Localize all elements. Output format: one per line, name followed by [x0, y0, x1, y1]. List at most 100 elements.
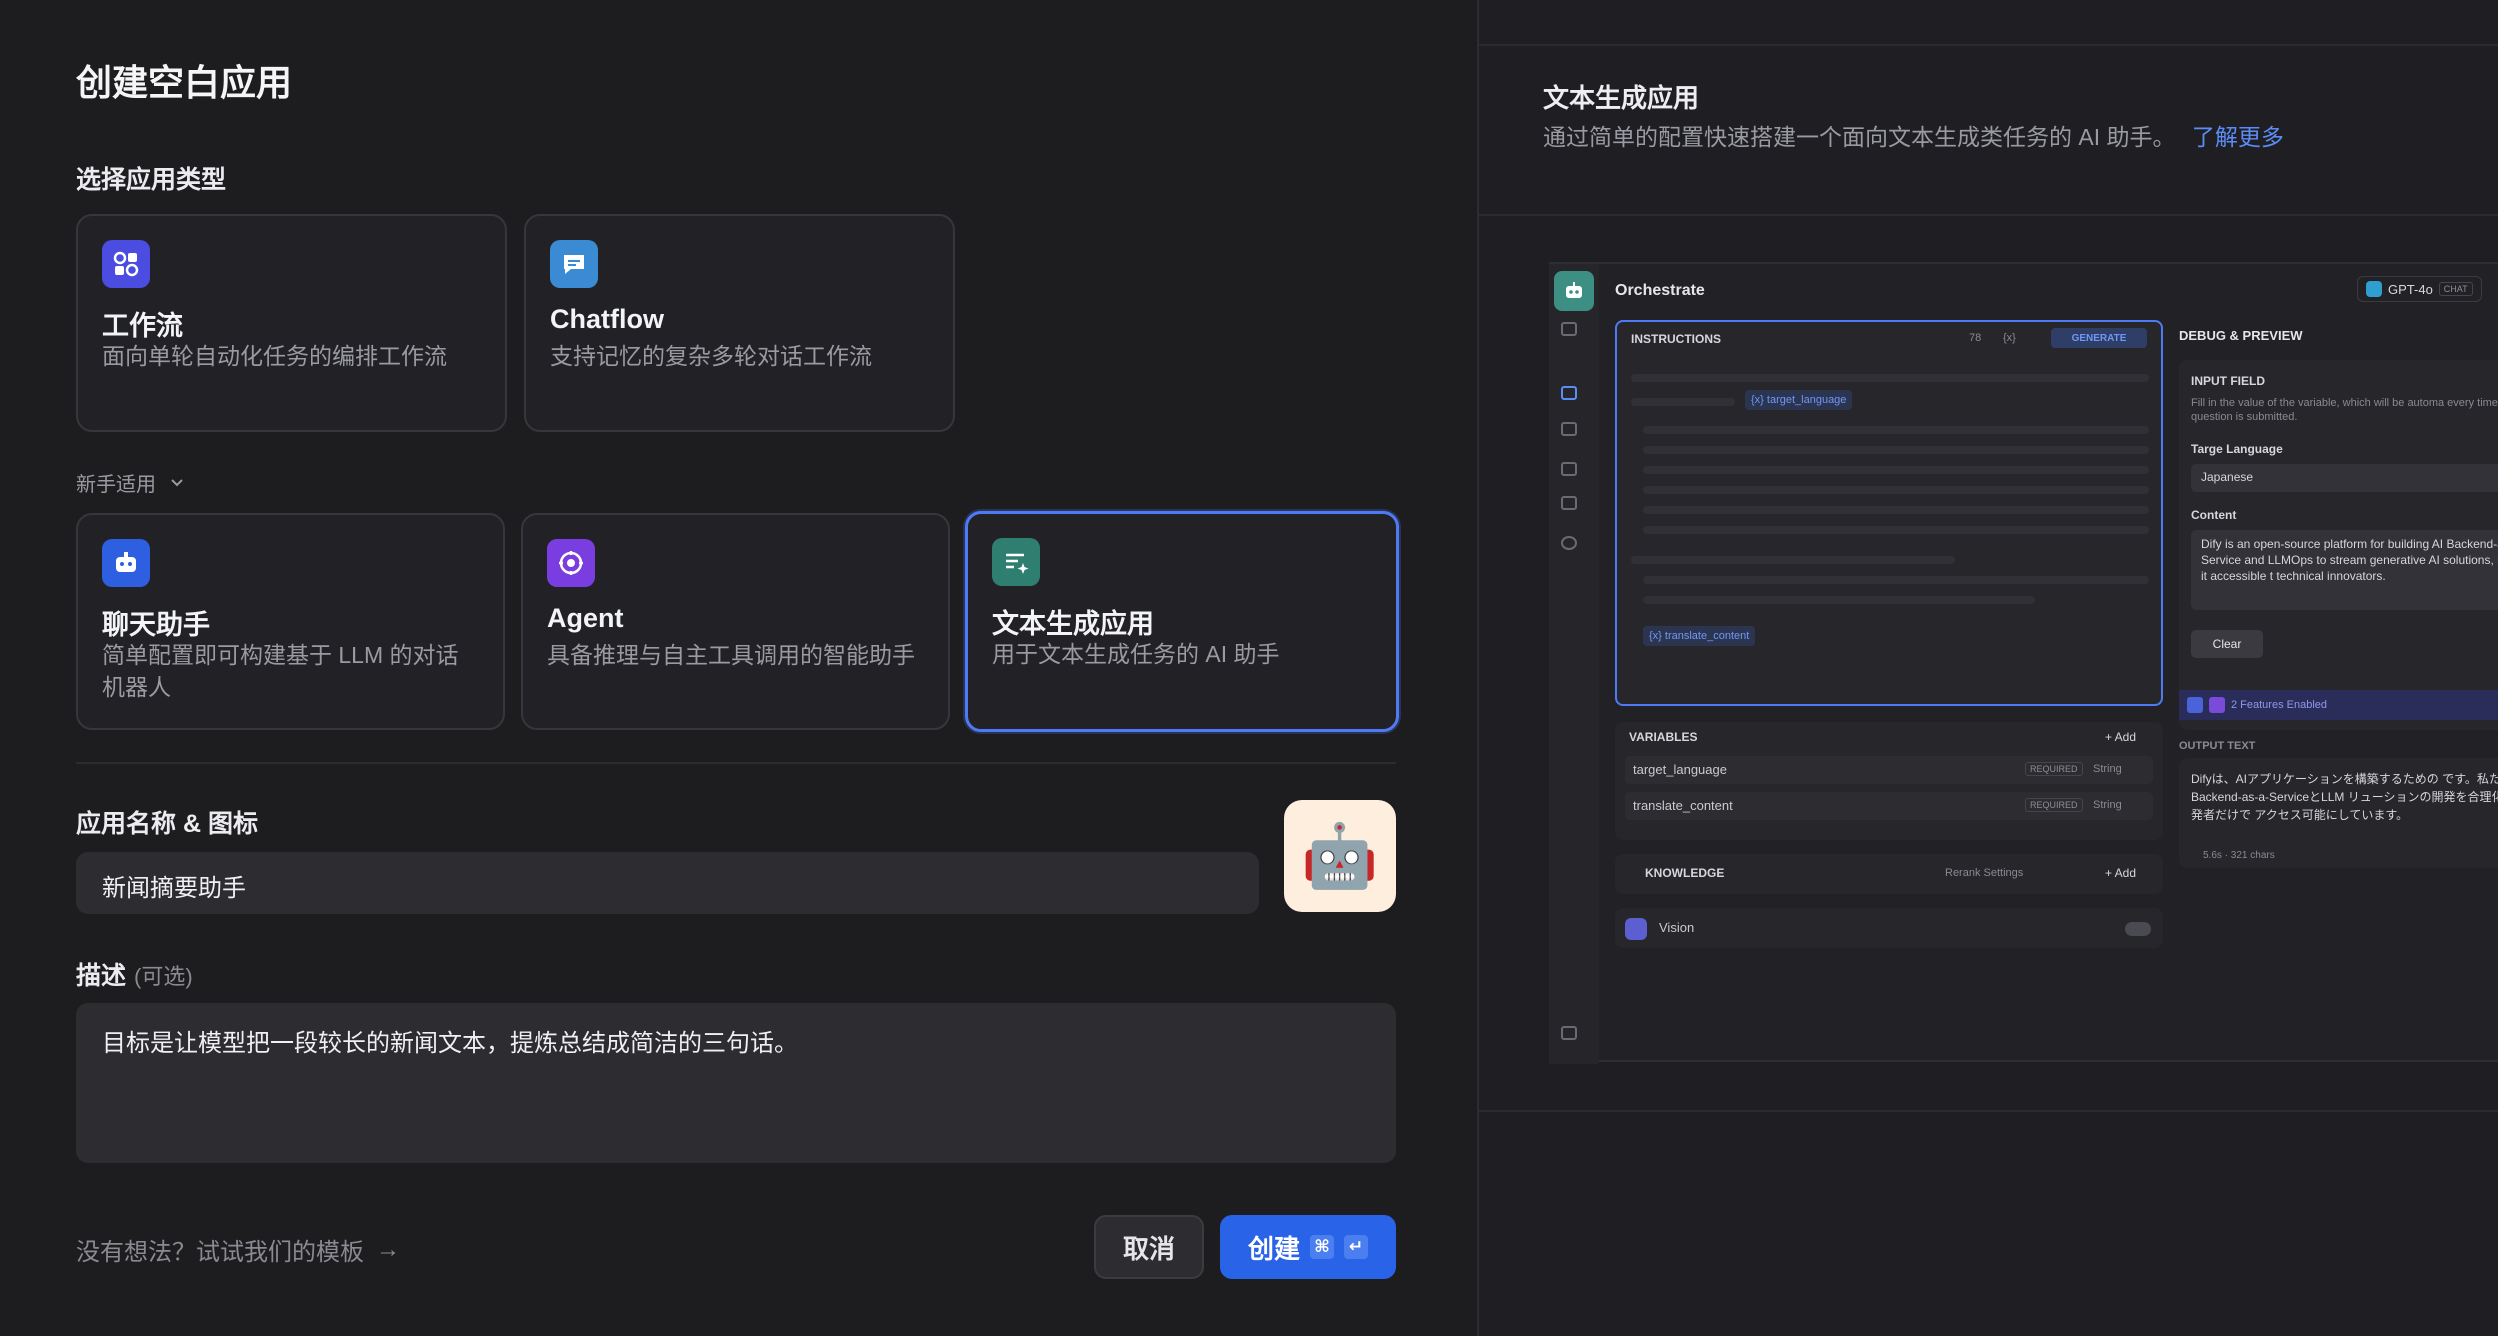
text-placeholder-line — [1643, 426, 2149, 434]
type-card-desc: 简单配置即可构建基于 LLM 的对话机器人 — [102, 642, 459, 700]
text-generator-icon — [992, 538, 1040, 586]
clear-label: Clear — [2212, 637, 2242, 651]
orchestrate-title: Orchestrate — [1615, 282, 1705, 299]
orchestrate-icon — [1561, 386, 1577, 400]
type-card-text-generator[interactable]: 文本生成应用 用于文本生成任务的 AI 助手 — [965, 511, 1399, 732]
template-link[interactable]: 没有想法？试试我们的模板 → — [76, 1232, 400, 1267]
variable-chip: {x} target_language — [1745, 390, 1853, 410]
rerank-settings-button[interactable]: Rerank Settings — [1945, 867, 2023, 879]
content-value: Dify is an open-source platform for buil… — [2201, 537, 2498, 583]
vision-toggle[interactable] — [2125, 922, 2151, 936]
text-placeholder-line — [1631, 374, 2149, 382]
type-card-chat-assistant[interactable]: 聊天助手 简单配置即可构建基于 LLM 的对话机器人 — [76, 513, 505, 730]
input-field-card: INPUT FIELD Fill in the value of the var… — [2179, 360, 2498, 730]
type-card-title: Chatflow — [550, 304, 664, 334]
required-tag: REQUIRED — [2025, 798, 2083, 812]
vision-label: Vision — [1659, 920, 1695, 935]
annotation-icon — [1561, 496, 1577, 510]
beginner-toggle[interactable]: 新手适用 — [76, 468, 186, 497]
text-placeholder-line — [1631, 398, 1735, 406]
variable-type: String — [2093, 799, 2122, 811]
cancel-label: 取消 — [1122, 1233, 1175, 1264]
debug-label: DEBUG & PREVIEW — [2179, 328, 2303, 343]
collapse-sidebar-icon — [1561, 1026, 1577, 1040]
template-link-label: 没有想法？试试我们的模板 — [76, 1239, 364, 1266]
type-card-title: 工作流 — [102, 311, 183, 341]
instructions-count: 78 — [1969, 332, 1982, 344]
desc-label: 描述 — [76, 962, 127, 990]
logs-icon — [1561, 462, 1577, 476]
create-button[interactable]: 创建 ⌘ ↵ — [1220, 1215, 1396, 1279]
feature-icon — [2187, 697, 2203, 713]
chatflow-icon — [550, 240, 598, 288]
features-label: 2 Features Enabled — [2231, 699, 2328, 711]
type-card-desc: 用于文本生成任务的 AI 助手 — [992, 641, 1280, 667]
type-card-workflow[interactable]: 工作流 面向单轮自动化任务的编排工作流 — [76, 214, 507, 432]
beginner-label: 新手适用 — [76, 474, 156, 496]
command-key-icon: ⌘ — [1310, 1235, 1334, 1259]
text-placeholder-line — [1643, 466, 2149, 474]
required-tag: REQUIRED — [2025, 762, 2083, 776]
chevron-down-icon — [171, 478, 183, 486]
type-card-desc: 具备推理与自主工具调用的智能助手 — [547, 642, 915, 668]
preview-subtitle-row: 通过简单的配置快速搭建一个面向文本生成类任务的 AI 助手。 了解更多 — [1543, 118, 2284, 152]
create-label: 创建 — [1247, 1233, 1300, 1264]
divider — [76, 762, 1396, 764]
description-value: 目标是让模型把一段较长的新闻文本，提炼总结成简洁的三句话。 — [102, 1030, 798, 1057]
type-card-agent[interactable]: Agent 具备推理与自主工具调用的智能助手 — [521, 513, 950, 730]
app-preview-image: Orchestrate GPT-4o CHAT INSTRUCTIONS 78 … — [1549, 262, 2498, 1064]
text-placeholder-line — [1643, 446, 2149, 454]
desc-optional: (可选) — [134, 964, 193, 989]
instructions-editor[interactable]: INSTRUCTIONS 78 {x} GENERATE {x} target_… — [1615, 320, 2163, 706]
input-field-hint: Fill in the value of the variable, which… — [2191, 397, 2498, 423]
content-textarea[interactable]: Dify is an open-source platform for buil… — [2191, 530, 2498, 610]
vision-panel: Vision — [1615, 908, 2163, 948]
divider — [1479, 1110, 2498, 1112]
add-knowledge-button[interactable]: + Add — [2105, 866, 2136, 880]
robot-icon: 🤖 — [1301, 821, 1379, 891]
output-label: OUTPUT TEXT — [2179, 740, 2256, 752]
type-card-title: 聊天助手 — [102, 610, 210, 640]
instructions-label: INSTRUCTIONS — [1631, 332, 1721, 346]
robot-icon — [1554, 271, 1594, 311]
targe-language-label: Targe Language — [2191, 442, 2283, 456]
api-icon — [1561, 422, 1577, 436]
variable-chip: {x} translate_content — [1643, 626, 1756, 646]
workflow-icon — [102, 240, 150, 288]
name-label: 应用名称 & 图标 — [76, 810, 258, 838]
variable-row[interactable]: translate_content REQUIRED String — [1625, 792, 2153, 820]
text-placeholder-line — [1643, 506, 2149, 514]
generate-button[interactable]: GENERATE — [2051, 328, 2147, 348]
knowledge-panel[interactable]: KNOWLEDGE Rerank Settings + Add — [1615, 854, 2163, 894]
divider — [1479, 44, 2498, 46]
targe-language-input[interactable]: Japanese — [2191, 464, 2498, 492]
text-placeholder-line — [1643, 526, 2149, 534]
output-card: Difyは、AIアプリケーションを構築するための です。私たちは、Backend… — [2179, 758, 2498, 868]
cancel-button[interactable]: 取消 — [1094, 1215, 1204, 1279]
output-meta: 5.6s · 321 chars — [2203, 850, 2275, 861]
arrow-right-icon: → — [376, 1235, 400, 1263]
variable-row[interactable]: target_language REQUIRED String — [1625, 756, 2153, 784]
app-name-input[interactable]: 新闻摘要助手 — [76, 852, 1259, 914]
app-icon-picker[interactable]: 🤖 — [1284, 800, 1396, 912]
clear-button[interactable]: Clear — [2191, 630, 2263, 658]
monitor-icon — [1561, 536, 1577, 550]
text-placeholder-line — [1643, 576, 2149, 584]
content-label: Content — [2191, 508, 2237, 522]
preview-title: 文本生成应用 — [1543, 83, 1700, 113]
insert-variable-icon[interactable]: {x} — [2003, 332, 2016, 344]
chat-assistant-icon — [102, 539, 150, 587]
learn-more-link[interactable]: 了解更多 — [2192, 124, 2284, 150]
add-variable-button[interactable]: + Add — [2105, 730, 2136, 744]
preview-subtitle: 通过简单的配置快速搭建一个面向文本生成类任务的 AI 助手。 — [1543, 124, 2176, 150]
features-bar[interactable]: 2 Features Enabled — [2179, 690, 2498, 720]
create-app-panel: 创建空白应用 选择应用类型 工作流 面向单轮自动化任务的编排工作流 Chatfl… — [0, 0, 1477, 1336]
variables-label: VARIABLES — [1629, 730, 1698, 744]
type-card-chatflow[interactable]: Chatflow 支持记忆的复杂多轮对话工作流 — [524, 214, 955, 432]
type-section-label: 选择应用类型 — [76, 166, 227, 194]
variables-panel: VARIABLES + Add target_language REQUIRED… — [1615, 722, 2163, 840]
generate-label: GENERATE — [2071, 332, 2127, 344]
description-textarea[interactable]: 目标是让模型把一段较长的新闻文本，提炼总结成简洁的三句话。 — [76, 1003, 1396, 1163]
model-selector[interactable]: GPT-4o CHAT — [2357, 276, 2482, 302]
targe-language-value: Japanese — [2201, 470, 2254, 484]
